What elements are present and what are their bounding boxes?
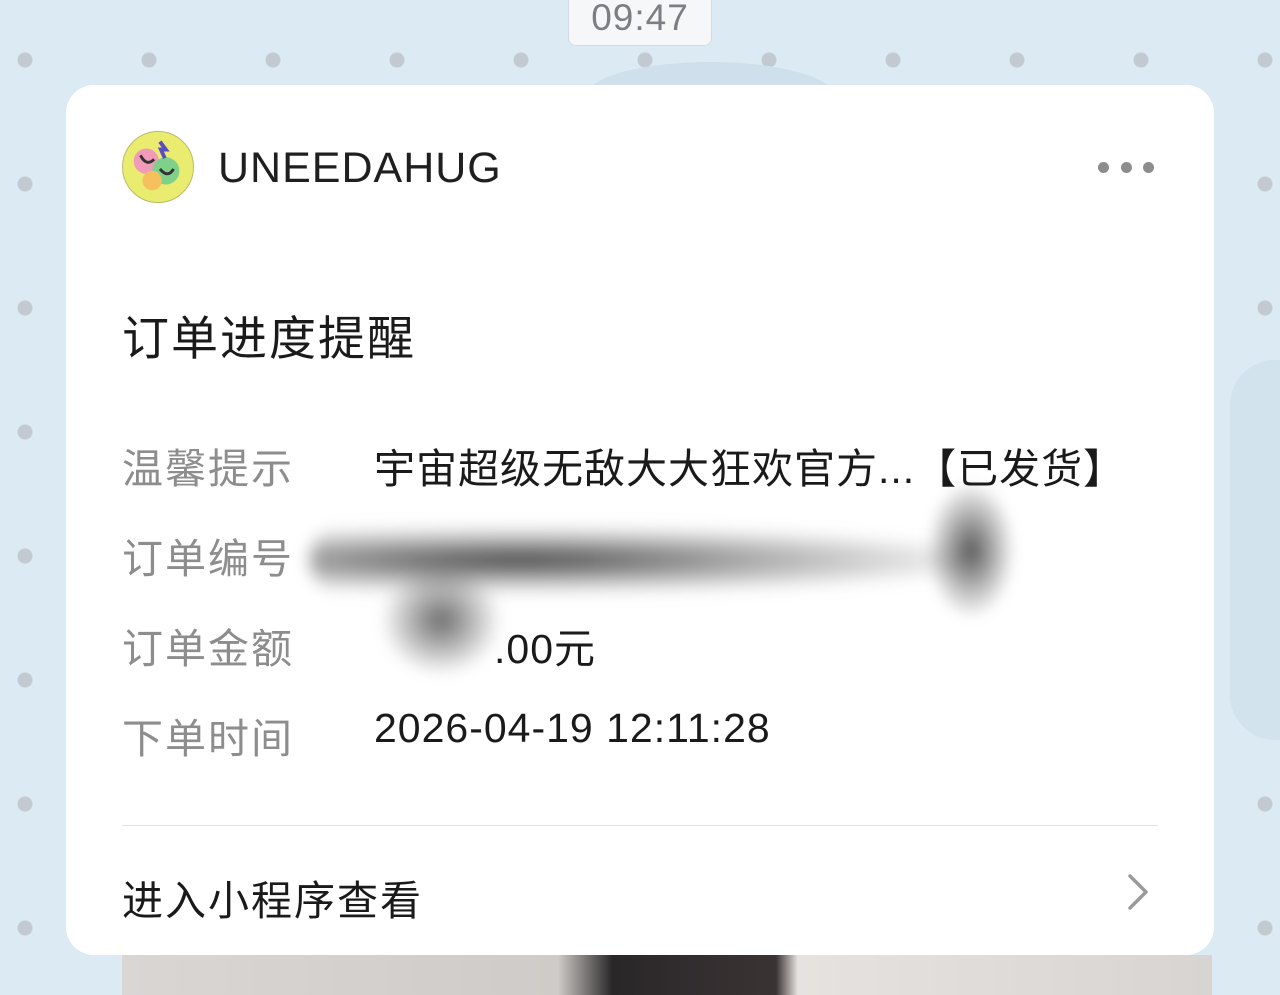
footer-link-label: 进入小程序查看: [122, 878, 423, 924]
divider: [122, 825, 1158, 826]
field-label: 订单金额: [122, 626, 294, 672]
field-row-amount: 订单金额 .00元: [122, 615, 1158, 672]
open-mini-program-link[interactable]: 进入小程序查看: [122, 855, 1158, 927]
field-value: 2026-04-19 12:11:28: [374, 705, 771, 751]
image-preview[interactable]: [122, 955, 1212, 995]
field-label: 下单时间: [122, 716, 294, 762]
field-label: 温馨提示: [122, 446, 294, 492]
dot: [1098, 161, 1109, 173]
chevron-right-icon: [1128, 874, 1148, 910]
field-value: .00元: [494, 626, 596, 672]
more-dots-icon[interactable]: [1098, 155, 1154, 179]
dot: [1120, 161, 1132, 173]
message-timestamp: 09:47: [568, 0, 712, 46]
card-header: UNEEDAHUG: [122, 131, 1154, 203]
dot: [1143, 161, 1154, 173]
field-label: 订单编号: [122, 536, 294, 582]
redaction-blur: [381, 565, 501, 675]
notification-card[interactable]: UNEEDAHUG 订单进度提醒 温馨提示 宇宙超级无敌大大狂欢官方...【已发…: [66, 85, 1214, 955]
uneedahug-logo-icon[interactable]: [122, 131, 194, 203]
field-row-order-time: 下单时间 2026-04-19 12:11:28: [122, 705, 1158, 762]
card-title: 订单进度提醒: [122, 312, 416, 365]
account-name[interactable]: UNEEDAHUG: [218, 144, 502, 193]
background-decoration-side: [1230, 360, 1280, 740]
redaction-blur: [926, 480, 1016, 620]
